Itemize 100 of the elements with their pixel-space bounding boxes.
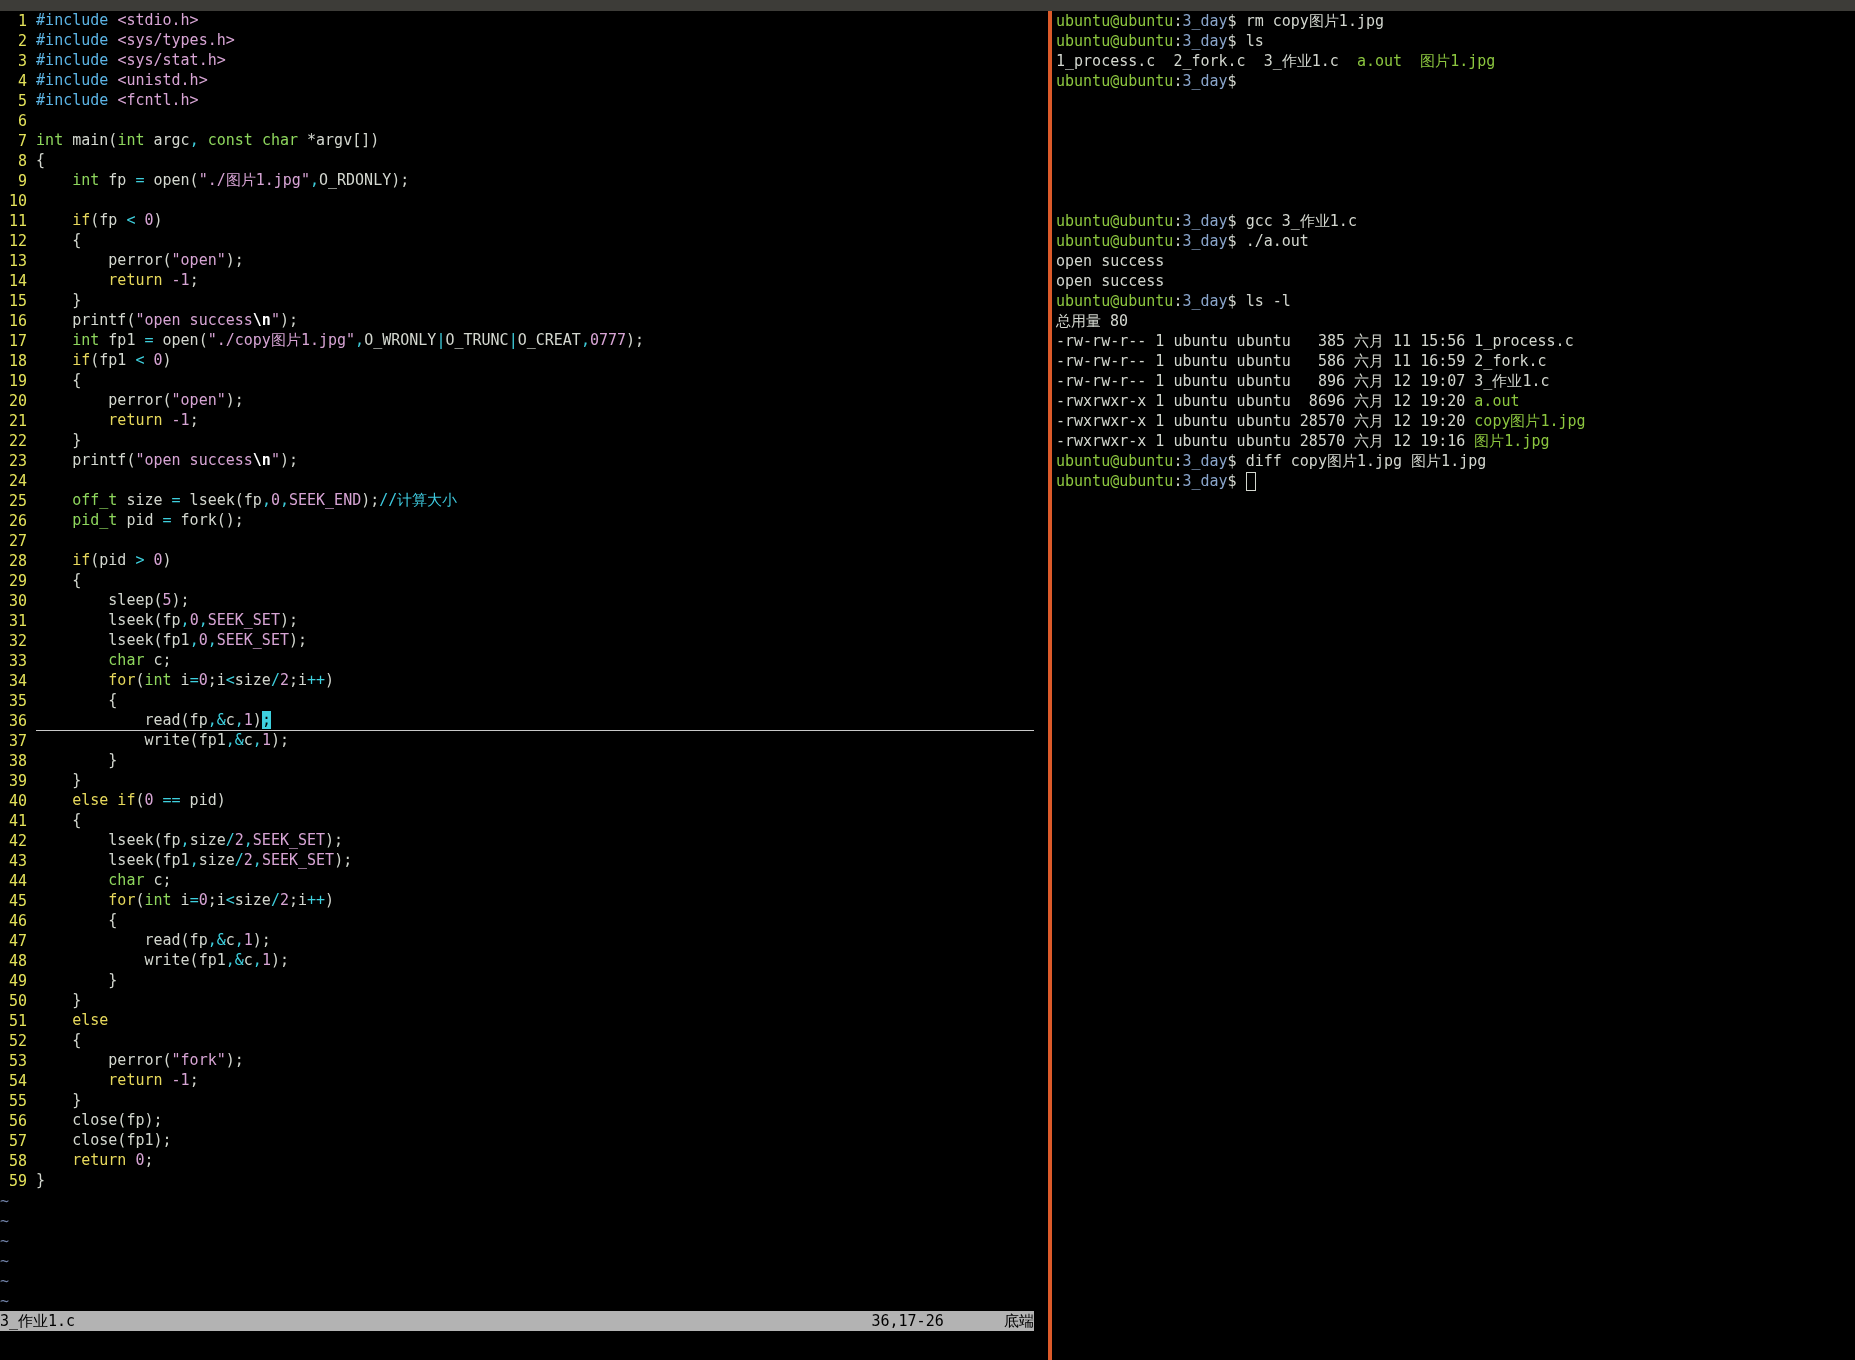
line-number: 1 xyxy=(17,11,28,31)
line-number: 8 xyxy=(17,151,28,171)
line-number: 9 xyxy=(17,171,28,191)
line-number: 15 xyxy=(8,291,28,311)
code-line: off_t size = lseek(fp,0,SEEK_END);//计算大小 xyxy=(71,491,458,510)
line-number: 51 xyxy=(8,1011,28,1031)
terminal-line: ubuntu@ubuntu:3_day$ ls xyxy=(1056,31,1264,51)
line-number: 26 xyxy=(8,511,28,531)
code-line: { xyxy=(71,1031,82,1050)
line-number: 59 xyxy=(8,1171,28,1191)
code-line: return -1; xyxy=(107,1071,199,1090)
code-line: return 0; xyxy=(71,1151,154,1170)
code-line: if(fp1 < 0) xyxy=(71,351,172,370)
line-number: 49 xyxy=(8,971,28,991)
line-number: 45 xyxy=(8,891,28,911)
code-line: lseek(fp1,0,SEEK_SET); xyxy=(107,631,308,650)
line-number: 40 xyxy=(8,791,28,811)
code-line: return -1; xyxy=(107,271,199,290)
line-number: 53 xyxy=(8,1051,28,1071)
line-number: 4 xyxy=(17,71,28,91)
line-number: 52 xyxy=(8,1031,28,1051)
code-line: { xyxy=(107,691,118,710)
line-number: 14 xyxy=(8,271,28,291)
tilde-marker: ~ xyxy=(0,1271,10,1291)
terminal-line: -rw-rw-r-- 1 ubuntu ubuntu 586 六月 11 16:59 2_fork.c xyxy=(1056,351,1547,371)
line-number: 12 xyxy=(8,231,28,251)
line-number: 24 xyxy=(8,471,28,491)
code-line: } xyxy=(71,771,82,790)
code-line: read(fp,&c,1); xyxy=(143,711,271,730)
line-number: 20 xyxy=(8,391,28,411)
code-line: { xyxy=(71,571,82,590)
line-number: 55 xyxy=(8,1091,28,1111)
line-number: 54 xyxy=(8,1071,28,1091)
line-number: 11 xyxy=(8,211,28,231)
line-number: 47 xyxy=(8,931,28,951)
code-line: #include <fcntl.h> xyxy=(36,91,199,110)
code-line: for(int i=0;i<size/2;i++) xyxy=(107,891,335,910)
line-number: 31 xyxy=(8,611,28,631)
code-line: printf("open success\n"); xyxy=(71,451,298,470)
line-number: 5 xyxy=(17,91,28,111)
code-line: } xyxy=(107,971,118,990)
code-line: #include <sys/stat.h> xyxy=(36,51,226,70)
terminal-line: ubuntu@ubuntu:3_day$ xyxy=(1056,471,1238,491)
code-line: write(fp1,&c,1); xyxy=(143,731,289,750)
line-number: 39 xyxy=(8,771,28,791)
code-line: printf("open success\n"); xyxy=(71,311,298,330)
terminal-line: -rw-rw-r-- 1 ubuntu ubuntu 896 六月 12 19:07 3_作业1.c xyxy=(1056,371,1550,391)
terminal-line: ubuntu@ubuntu:3_day$ ls -l xyxy=(1056,291,1291,311)
code-line: } xyxy=(71,431,82,450)
code-line: for(int i=0;i<size/2;i++) xyxy=(107,671,335,690)
code-line: if(fp < 0) xyxy=(71,211,163,230)
line-number: 29 xyxy=(8,571,28,591)
line-number: 44 xyxy=(8,871,28,891)
code-line: lseek(fp,size/2,SEEK_SET); xyxy=(107,831,344,850)
code-line: char c; xyxy=(107,871,172,890)
tilde-marker: ~ xyxy=(0,1291,10,1311)
line-number: 42 xyxy=(8,831,28,851)
line-number: 19 xyxy=(8,371,28,391)
code-line: perror("open"); xyxy=(107,391,244,410)
tilde-marker: ~ xyxy=(0,1251,10,1271)
code-line: close(fp1); xyxy=(71,1131,172,1150)
line-number: 7 xyxy=(17,131,28,151)
code-line: int fp1 = open("./copy图片1.jpg",O_WRONLY|O_TRUNC|O_CREAT,0777); xyxy=(71,331,645,350)
code-line: char c; xyxy=(107,651,172,670)
code-line: lseek(fp,0,SEEK_SET); xyxy=(107,611,298,630)
scroll-position: 底端 xyxy=(1003,1311,1034,1331)
code-line: sleep(5); xyxy=(107,591,190,610)
code-line: { xyxy=(71,231,82,250)
code-line: } xyxy=(71,991,82,1010)
code-line: write(fp1,&c,1); xyxy=(143,951,289,970)
line-number: 35 xyxy=(8,691,28,711)
tilde-marker: ~ xyxy=(0,1191,10,1211)
line-number: 34 xyxy=(8,671,28,691)
line-number: 2 xyxy=(17,31,28,51)
terminal-line: ubuntu@ubuntu:3_day$ rm copy图片1.jpg xyxy=(1056,11,1385,31)
code-line: pid_t pid = fork(); xyxy=(71,511,244,530)
line-number: 58 xyxy=(8,1151,28,1171)
line-number: 43 xyxy=(8,851,28,871)
code-line: } xyxy=(36,1171,46,1190)
line-number: 3 xyxy=(17,51,28,71)
code-line: #include <stdio.h> xyxy=(36,11,199,30)
line-number: 37 xyxy=(8,731,28,751)
line-number: 16 xyxy=(8,311,28,331)
line-number: 57 xyxy=(8,1131,28,1151)
terminal-line: -rwxrwxr-x 1 ubuntu ubuntu 28570 六月 12 19:16 图片1.jpg xyxy=(1056,431,1550,451)
line-number: 46 xyxy=(8,911,28,931)
code-line: if(pid > 0) xyxy=(71,551,172,570)
terminal-line: ubuntu@ubuntu:3_day$ diff copy图片1.jpg 图片1.jpg xyxy=(1056,451,1487,471)
code-line: close(fp); xyxy=(71,1111,163,1130)
line-number: 25 xyxy=(8,491,28,511)
line-number: 38 xyxy=(8,751,28,771)
line-number: 17 xyxy=(8,331,28,351)
code-line: else xyxy=(71,1011,109,1030)
line-number: 33 xyxy=(8,651,28,671)
line-number: 28 xyxy=(8,551,28,571)
code-line: perror("fork"); xyxy=(107,1051,244,1070)
line-number: 36 xyxy=(8,711,28,731)
code-line: else if(0 == pid) xyxy=(71,791,226,810)
line-number: 13 xyxy=(8,251,28,271)
code-line: } xyxy=(71,1091,82,1110)
